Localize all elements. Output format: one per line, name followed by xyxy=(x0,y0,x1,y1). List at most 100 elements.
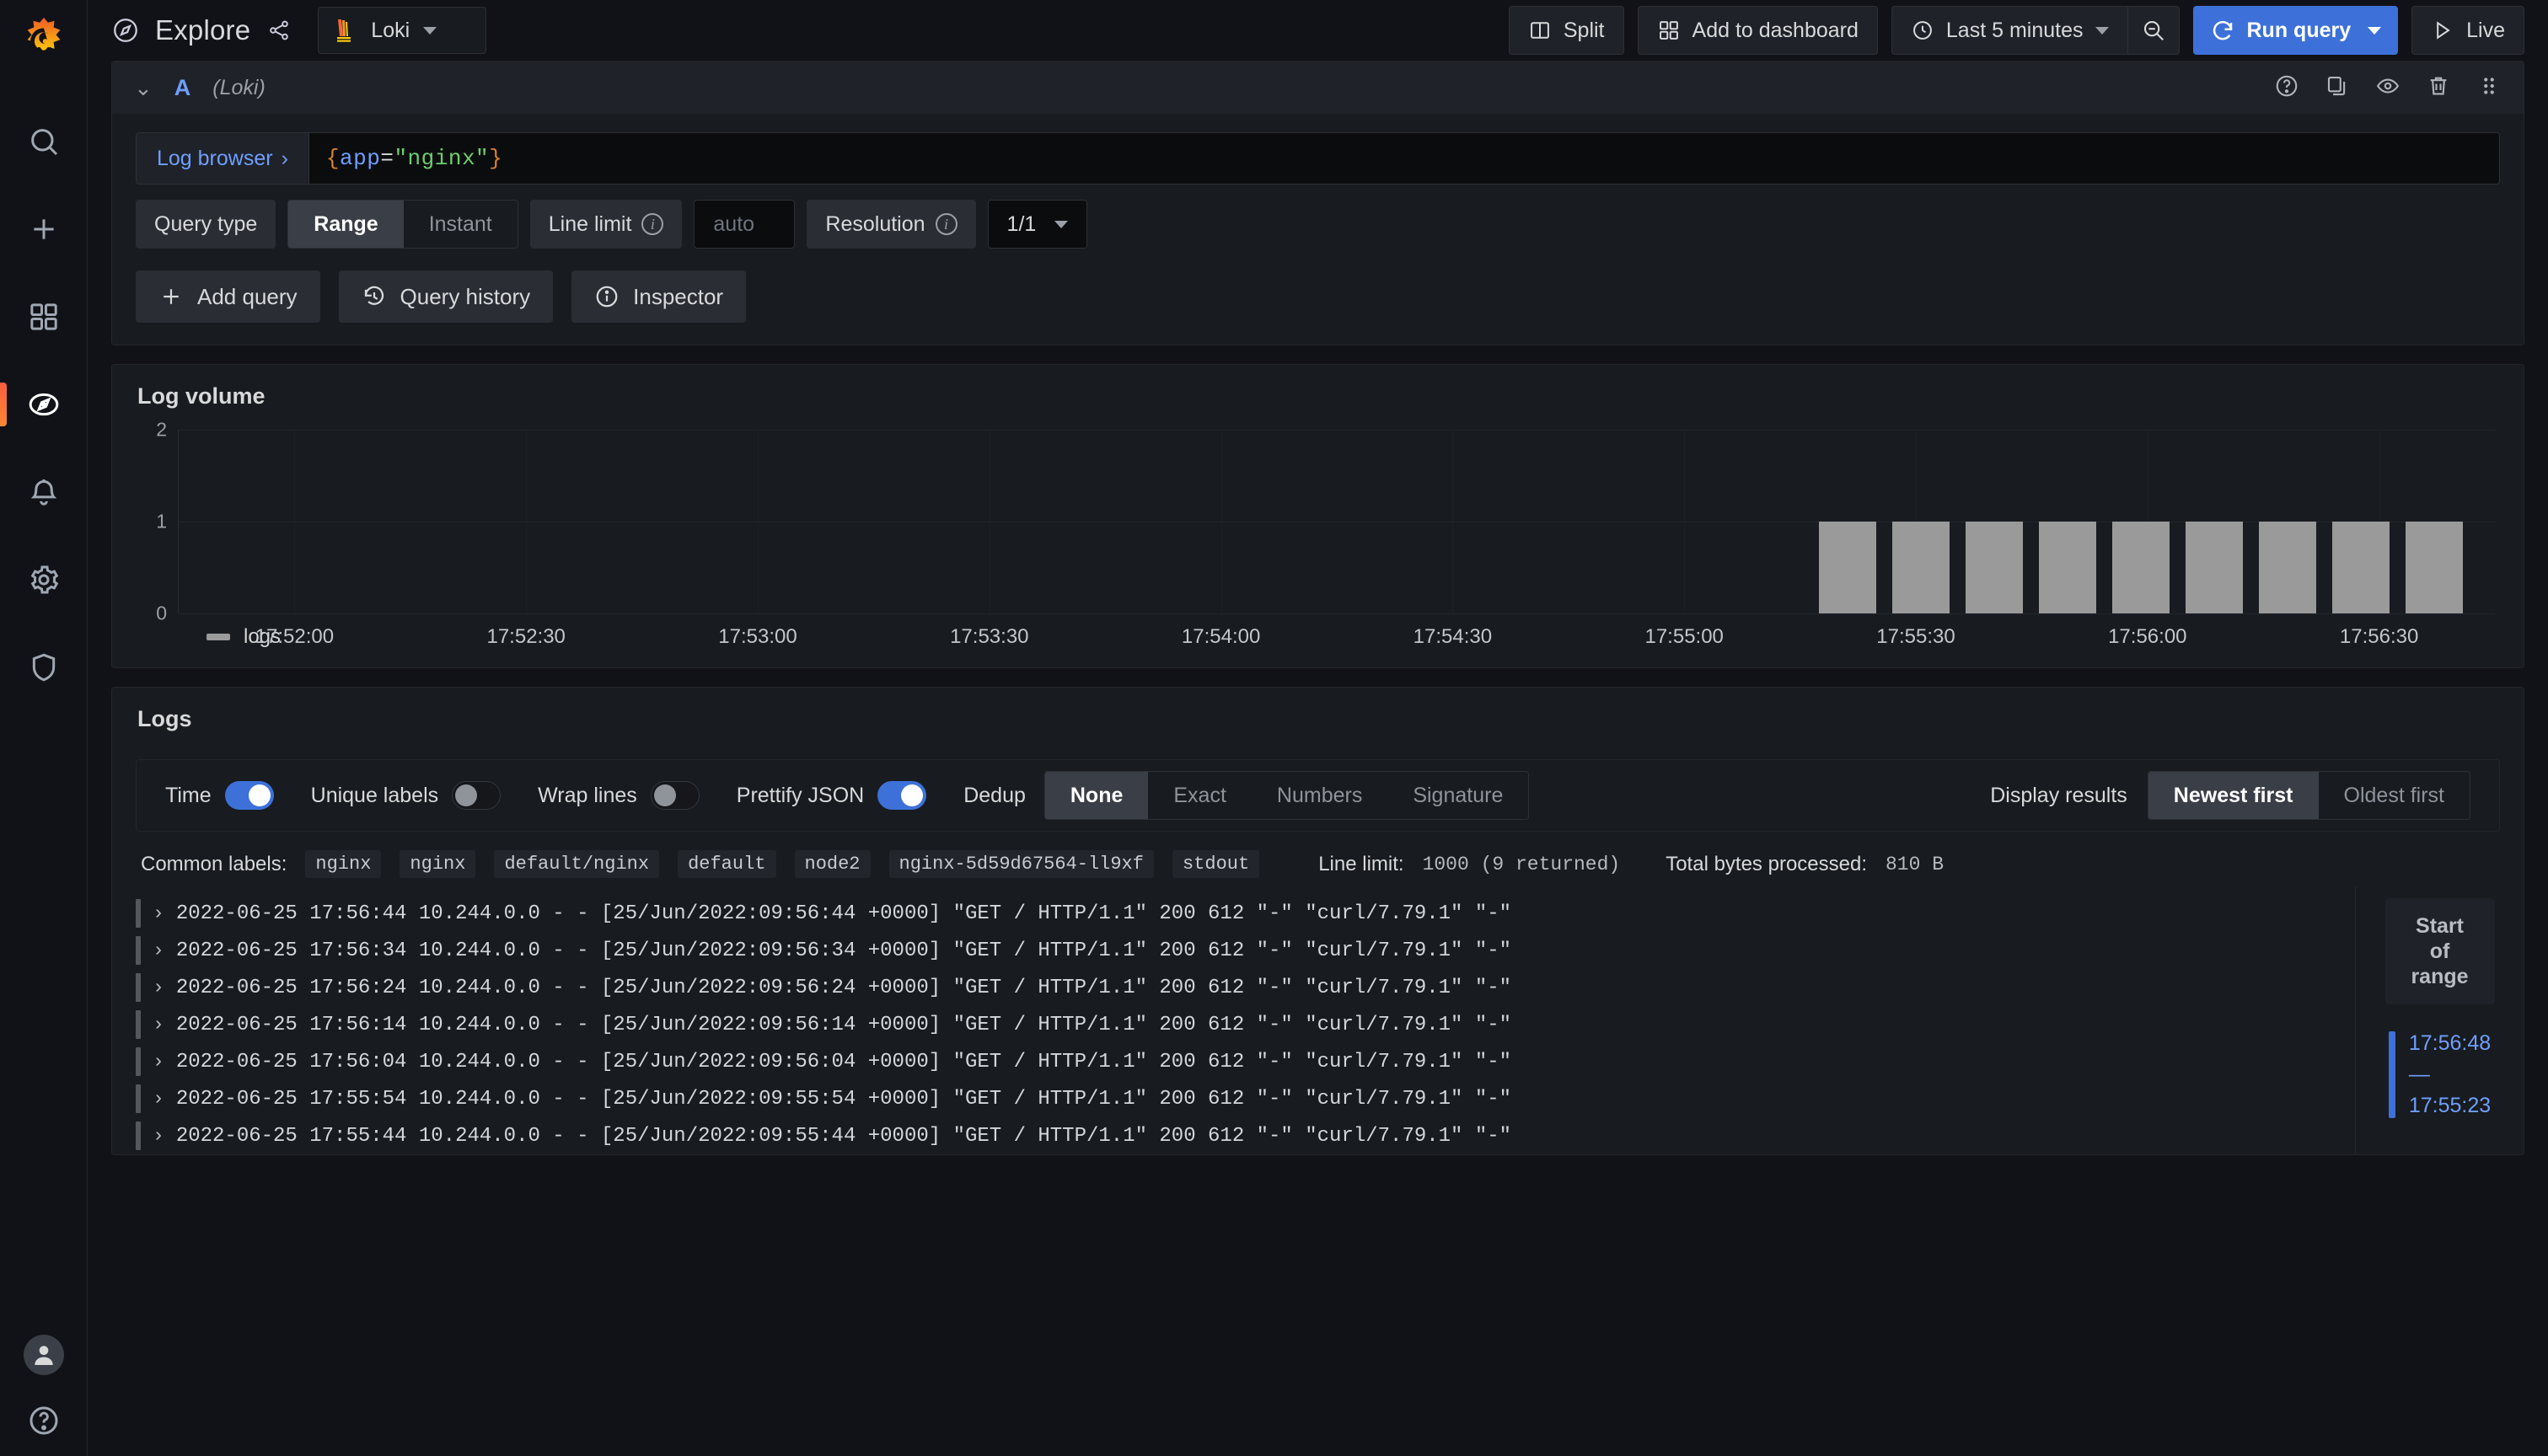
expand-chevron-icon[interactable]: › xyxy=(153,1088,164,1110)
trash-icon[interactable] xyxy=(2426,73,2451,103)
grafana-logo[interactable] xyxy=(18,15,70,67)
expand-chevron-icon[interactable]: › xyxy=(153,977,164,998)
sidebar-item-help[interactable] xyxy=(0,1404,88,1437)
info-icon[interactable]: i xyxy=(935,213,958,235)
dedup-option-exact[interactable]: Exact xyxy=(1148,772,1252,819)
dedup-option-numbers[interactable]: Numbers xyxy=(1252,772,1387,819)
toggle-unique-labels-switch[interactable] xyxy=(452,781,502,810)
dedup-option-signature[interactable]: Signature xyxy=(1387,772,1528,819)
scrubber-bar[interactable] xyxy=(2388,1031,2395,1118)
label-chip[interactable]: nginx-5d59d67564-ll9xf xyxy=(888,850,1154,878)
inspector-button[interactable]: Inspector xyxy=(571,270,747,323)
log-browser-button[interactable]: Log browser › xyxy=(136,132,309,185)
expand-chevron-icon[interactable]: › xyxy=(153,939,164,961)
sidebar-item-create[interactable] xyxy=(0,185,88,273)
chart-bar[interactable] xyxy=(1966,522,2023,613)
label-chip[interactable]: nginx xyxy=(400,850,476,878)
log-row[interactable]: › 2022-06-25 17:56:04 10.244.0.0 - - [25/… xyxy=(136,1043,2524,1080)
toggle-time[interactable]: Time xyxy=(165,781,274,810)
chart-plot-area[interactable]: 0 1 2 17:52:00 17:52:30 17:53:00 17:53:30 17:54… xyxy=(156,419,2495,648)
collapse-chevron-icon[interactable]: ⌄ xyxy=(134,77,153,99)
log-volume-chart[interactable]: 0 1 2 17:52:00 17:52:30 17:53:00 17:53:30 17:54… xyxy=(112,415,2524,667)
display-option-newest-first[interactable]: Newest first xyxy=(2148,772,2319,819)
sidebar-item-configuration[interactable] xyxy=(0,536,88,624)
duplicate-icon[interactable] xyxy=(2325,73,2350,103)
sidebar-item-search[interactable] xyxy=(0,98,88,185)
log-level-indicator xyxy=(136,1121,141,1150)
log-row-text: 2022-06-25 17:56:04 10.244.0.0 - - [25/J… xyxy=(175,1050,1512,1073)
info-circle-icon xyxy=(596,286,618,308)
chart-bar[interactable] xyxy=(2332,522,2390,613)
expand-chevron-icon[interactable]: › xyxy=(153,1125,164,1147)
log-row[interactable]: › 2022-06-25 17:56:24 10.244.0.0 - - [25/… xyxy=(136,969,2524,1006)
zoom-out-button[interactable] xyxy=(2127,6,2180,55)
info-icon[interactable]: i xyxy=(641,213,664,235)
label-chip[interactable]: default/nginx xyxy=(494,850,660,878)
chart-bar[interactable] xyxy=(2112,522,2170,613)
datasource-picker[interactable]: Loki xyxy=(318,7,487,54)
query-type-label: Query type xyxy=(136,200,276,249)
add-query-button[interactable]: Add query xyxy=(136,270,320,323)
avatar[interactable] xyxy=(23,1335,64,1375)
expand-chevron-icon[interactable]: › xyxy=(153,902,164,924)
sidebar-item-alerting[interactable] xyxy=(0,448,88,536)
time-range-picker[interactable]: Last 5 minutes xyxy=(1891,6,2127,55)
toggle-wrap-lines-switch[interactable] xyxy=(650,781,700,810)
start-of-range-button[interactable]: Start of range xyxy=(2384,898,2495,1004)
chart-bar[interactable] xyxy=(2186,522,2244,613)
run-query-button[interactable]: Run query xyxy=(2192,6,2399,55)
toggle-time-switch[interactable] xyxy=(224,781,274,810)
label-chip[interactable]: nginx xyxy=(305,850,382,878)
chart-bar[interactable] xyxy=(1892,522,1950,613)
help-circle-icon[interactable] xyxy=(2274,73,2299,103)
query-type-option-range[interactable]: Range xyxy=(288,201,404,248)
chevron-down-icon[interactable] xyxy=(2368,26,2382,35)
sidebar-item-server-admin[interactable] xyxy=(0,624,88,711)
resolution-select[interactable]: 1/1 xyxy=(987,200,1088,249)
bell-icon xyxy=(30,479,56,506)
label-chip[interactable]: stdout xyxy=(1172,850,1260,878)
live-button[interactable]: Live xyxy=(2411,6,2524,55)
expr-close-brace: } xyxy=(489,146,503,171)
chart-x-tick: 17:56:00 xyxy=(2108,625,2187,648)
dedup-label: Dedup xyxy=(963,783,1026,807)
explore-page-icon xyxy=(111,16,140,45)
display-option-oldest-first[interactable]: Oldest first xyxy=(2319,772,2470,819)
explore-page: Explore Loki Split Add to dashboard Last… xyxy=(0,0,2548,1456)
split-button[interactable]: Split xyxy=(1508,6,1624,55)
log-row[interactable]: › 2022-06-25 17:56:14 10.244.0.0 - - [25/… xyxy=(136,1006,2524,1043)
log-row[interactable]: › 2022-06-25 17:55:44 10.244.0.0 - - [25/… xyxy=(136,1117,2524,1154)
label-chip[interactable]: node2 xyxy=(794,850,871,878)
toggle-unique-labels[interactable]: Unique labels xyxy=(311,781,502,810)
dedup-option-none[interactable]: None xyxy=(1044,772,1149,819)
eye-icon[interactable] xyxy=(2375,73,2400,103)
toggle-wrap-lines-label: Wrap lines xyxy=(538,783,637,807)
log-row[interactable]: › 2022-06-25 17:55:54 10.244.0.0 - - [25/… xyxy=(136,1080,2524,1117)
expand-chevron-icon[interactable]: › xyxy=(153,1014,164,1036)
toggle-prettify-json[interactable]: Prettify JSON xyxy=(737,781,927,810)
sidebar-item-explore[interactable] xyxy=(0,361,88,448)
query-history-button[interactable]: Query history xyxy=(338,270,554,323)
sidebar-item-dashboards[interactable] xyxy=(0,273,88,361)
add-to-dashboard-button[interactable]: Add to dashboard xyxy=(1637,6,1878,55)
expand-chevron-icon[interactable]: › xyxy=(153,1051,164,1073)
query-expression-input[interactable]: {app = "nginx"} xyxy=(308,132,2500,185)
toggle-unique-labels-label: Unique labels xyxy=(310,783,439,807)
chart-vertical-gridline xyxy=(1684,430,1686,613)
logs-time-scrubber[interactable]: 17:56:48 — 17:55:23 xyxy=(2388,1031,2491,1118)
chart-bar[interactable] xyxy=(1819,522,1876,613)
log-row[interactable]: › 2022-06-25 17:56:44 10.244.0.0 - - [25/… xyxy=(136,895,2524,932)
log-row[interactable]: › 2022-06-25 17:56:34 10.244.0.0 - - [25/… xyxy=(136,932,2524,969)
toggle-prettify-json-switch[interactable] xyxy=(877,781,927,810)
line-limit-input[interactable]: auto xyxy=(694,200,796,249)
share-icon[interactable] xyxy=(267,19,291,42)
toggle-wrap-lines[interactable]: Wrap lines xyxy=(538,781,700,810)
label-chip[interactable]: default xyxy=(678,850,776,878)
chart-bar[interactable] xyxy=(2259,522,2317,613)
top-toolbar: Explore Loki Split Add to dashboard Last… xyxy=(88,0,2548,61)
chart-bar[interactable] xyxy=(2406,522,2464,613)
drag-handle-icon[interactable] xyxy=(2476,73,2502,103)
display-results-control: Display results Newest first Oldest firs… xyxy=(1990,771,2470,820)
query-type-option-instant[interactable]: Instant xyxy=(404,201,518,248)
chart-bar[interactable] xyxy=(2039,522,2096,613)
